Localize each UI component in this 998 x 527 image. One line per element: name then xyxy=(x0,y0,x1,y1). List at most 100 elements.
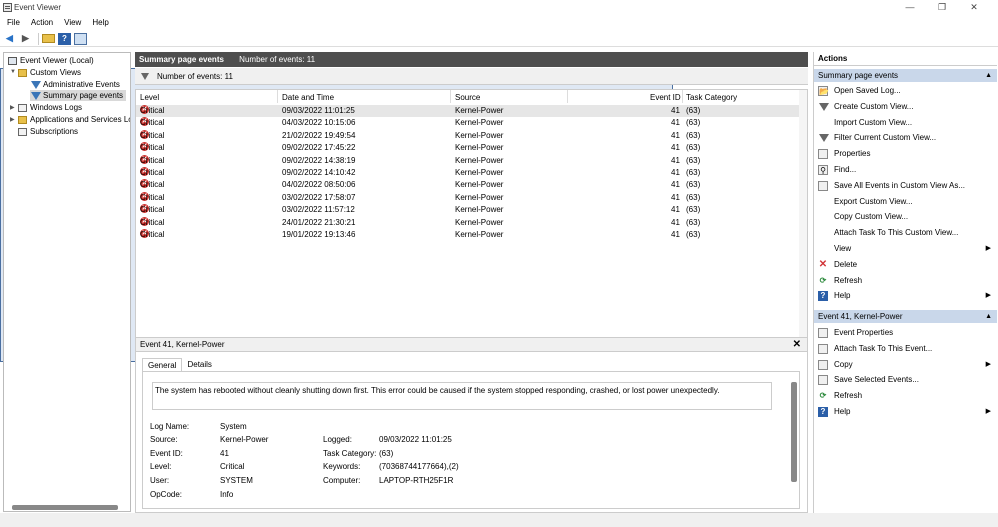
actions-section-summary[interactable]: Summary page events ▲ xyxy=(814,69,997,82)
action-label: Refresh xyxy=(834,391,863,401)
detail-tabs: General Details xyxy=(142,358,217,371)
chevron-right-icon[interactable]: ▶ xyxy=(10,116,15,123)
chevron-right-icon: ▶ xyxy=(985,245,991,252)
action-label: Import Custom View... xyxy=(834,117,913,127)
restore-button[interactable]: ❐ xyxy=(926,1,958,13)
column-divider[interactable] xyxy=(567,90,568,103)
chevron-up-icon[interactable]: ▲ xyxy=(985,69,992,82)
close-icon[interactable]: ✕ xyxy=(793,338,801,352)
table-row[interactable]: ✕ Critical 19/01/2022 19:13:46 Kernel-Power… xyxy=(136,229,800,241)
action-refresh-event[interactable]: ⟳ Refresh xyxy=(814,389,997,403)
action-delete[interactable]: ✕ Delete xyxy=(814,258,997,272)
action-copy-custom-view[interactable]: Copy Custom View... xyxy=(814,210,997,224)
tree-item-summary-page-events[interactable]: Summary page events xyxy=(31,90,123,101)
table-row[interactable]: ✕ Critical 21/02/2022 19:49:54 Kernel-Power… xyxy=(136,129,800,142)
column-divider[interactable] xyxy=(277,90,278,103)
action-properties[interactable]: Properties xyxy=(814,147,997,161)
event-id-cell: 41 xyxy=(671,168,680,177)
action-find[interactable]: ⚲ Find... xyxy=(814,163,997,177)
column-header-event-id[interactable]: Event ID xyxy=(650,92,681,103)
properties-icon xyxy=(818,149,828,160)
help-icon[interactable]: ? xyxy=(58,32,71,45)
column-header-datetime[interactable]: Date and Time xyxy=(282,92,334,103)
tree-horizontal-scrollbar[interactable] xyxy=(12,505,118,510)
blank-icon xyxy=(818,212,828,222)
tree-admin-events-label: Administrative Events xyxy=(43,80,120,89)
table-row[interactable]: ✕ Critical 04/03/2022 10:15:06 Kernel-Power… xyxy=(136,117,800,129)
tab-general[interactable]: General xyxy=(142,358,183,371)
menu-help[interactable]: Help xyxy=(92,16,108,30)
column-header-source[interactable]: Source xyxy=(455,92,480,103)
tree-item-administrative-events[interactable]: Administrative Events xyxy=(31,79,120,90)
action-view[interactable]: View ▶ xyxy=(814,242,997,256)
chevron-down-icon[interactable]: ▼ xyxy=(10,69,16,75)
event-message[interactable]: The system has rebooted without cleanly … xyxy=(152,382,772,410)
action-filter-current-custom-view[interactable]: Filter Current Custom View... xyxy=(814,131,997,145)
forward-arrow-icon[interactable]: ▶ xyxy=(19,33,32,45)
tree-item-root[interactable]: Event Viewer (Local) xyxy=(8,55,94,66)
table-row[interactable]: ✕ Critical 24/01/2022 21:30:21 Kernel-Power… xyxy=(136,216,800,229)
tree-item-app-services[interactable]: Applications and Services Logs xyxy=(18,114,130,125)
minimize-button[interactable]: — xyxy=(894,1,926,13)
actions-section-event[interactable]: Event 41, Kernel-Power ▲ xyxy=(814,310,997,323)
column-header-task-category[interactable]: Task Category xyxy=(686,92,737,103)
toolbar-divider xyxy=(38,32,39,45)
action-label: Copy xyxy=(834,359,853,369)
action-create-custom-view[interactable]: Create Custom View... xyxy=(814,100,997,114)
chevron-right-icon: ▶ xyxy=(985,292,991,300)
task-category-cell: (63) xyxy=(686,155,701,165)
opcode-label: OpCode: xyxy=(150,490,183,499)
status-strip xyxy=(0,513,998,527)
table-row[interactable]: ✕ Critical 03/02/2022 17:58:07 Kernel-Power… xyxy=(136,191,800,204)
table-row[interactable]: ✕ Critical 09/02/2022 14:38:19 Kernel-Power… xyxy=(136,154,800,167)
column-divider[interactable] xyxy=(682,90,683,103)
action-label: Create Custom View... xyxy=(834,101,914,111)
tree-item-windows-logs[interactable]: Windows Logs xyxy=(18,102,82,113)
action-event-properties[interactable]: Event Properties xyxy=(814,326,997,340)
tree-item-custom-views[interactable]: Custom Views xyxy=(18,67,81,78)
menu-view[interactable]: View xyxy=(64,16,81,30)
table-row[interactable]: ✕ Critical 04/02/2022 08:50:06 Kernel-Power… xyxy=(136,179,800,191)
event-id-cell: 41 xyxy=(671,180,680,190)
level-text: Critical xyxy=(140,230,165,239)
column-header-level[interactable]: Level xyxy=(140,92,159,103)
action-open-saved-log[interactable]: 📂 Open Saved Log... xyxy=(814,84,997,98)
action-help[interactable]: ? Help ▶ xyxy=(814,289,997,303)
actions-section-summary-label: Summary page events xyxy=(818,71,899,80)
action-import-custom-view[interactable]: Import Custom View... xyxy=(814,116,997,130)
filter-icon xyxy=(819,134,829,143)
table-row[interactable]: ✕ Critical 09/02/2022 14:10:42 Kernel-Power… xyxy=(136,167,800,179)
level-text: Critical xyxy=(140,192,165,202)
chevron-right-icon[interactable]: ▶ xyxy=(10,104,15,111)
filter-icon xyxy=(819,102,829,111)
filter-bar: Number of events: 11 xyxy=(135,68,808,85)
chevron-up-icon[interactable]: ▲ xyxy=(985,310,992,323)
action-copy[interactable]: Copy ▶ xyxy=(814,358,997,372)
action-export-custom-view[interactable]: Export Custom View... xyxy=(814,195,997,209)
action-save-all-events[interactable]: Save All Events in Custom View As... xyxy=(814,179,997,193)
action-refresh[interactable]: ⟳ Refresh xyxy=(814,274,997,288)
blank-icon xyxy=(818,228,828,238)
back-arrow-icon[interactable]: ◀ xyxy=(3,33,16,45)
table-row[interactable]: ✕ Critical 03/02/2022 11:57:12 Kernel-Power… xyxy=(136,204,800,216)
menu-action[interactable]: Action xyxy=(31,16,53,30)
table-row[interactable]: ✕ Critical 09/02/2022 17:45:22 Kernel-Power… xyxy=(136,142,800,154)
action-save-selected-events[interactable]: Save Selected Events... xyxy=(814,373,997,387)
action-help-event[interactable]: ? Help ▶ xyxy=(814,405,997,419)
table-row[interactable]: ✕ Critical 09/03/2022 11:01:25 Kernel-Power… xyxy=(136,105,800,117)
tab-details[interactable]: Details xyxy=(182,358,216,371)
folder-up-icon[interactable] xyxy=(42,34,55,43)
tree-item-subscriptions[interactable]: Subscriptions xyxy=(18,126,78,137)
event-id-cell: 41 xyxy=(671,155,680,165)
show-hide-action-pane-icon[interactable] xyxy=(74,32,87,45)
menu-file[interactable]: File xyxy=(7,16,20,30)
action-attach-task-custom-view[interactable]: Attach Task To This Custom View... xyxy=(814,226,997,240)
action-attach-task-event[interactable]: Attach Task To This Event... xyxy=(814,342,997,356)
detail-vertical-scrollbar[interactable] xyxy=(791,382,797,482)
source-cell: Kernel-Power xyxy=(455,155,504,165)
column-divider[interactable] xyxy=(450,90,451,103)
source-cell: Kernel-Power xyxy=(455,230,504,239)
actions-title: Actions xyxy=(814,52,997,66)
view-title: Summary page events xyxy=(139,55,224,64)
close-button[interactable]: ✕ xyxy=(958,1,990,13)
